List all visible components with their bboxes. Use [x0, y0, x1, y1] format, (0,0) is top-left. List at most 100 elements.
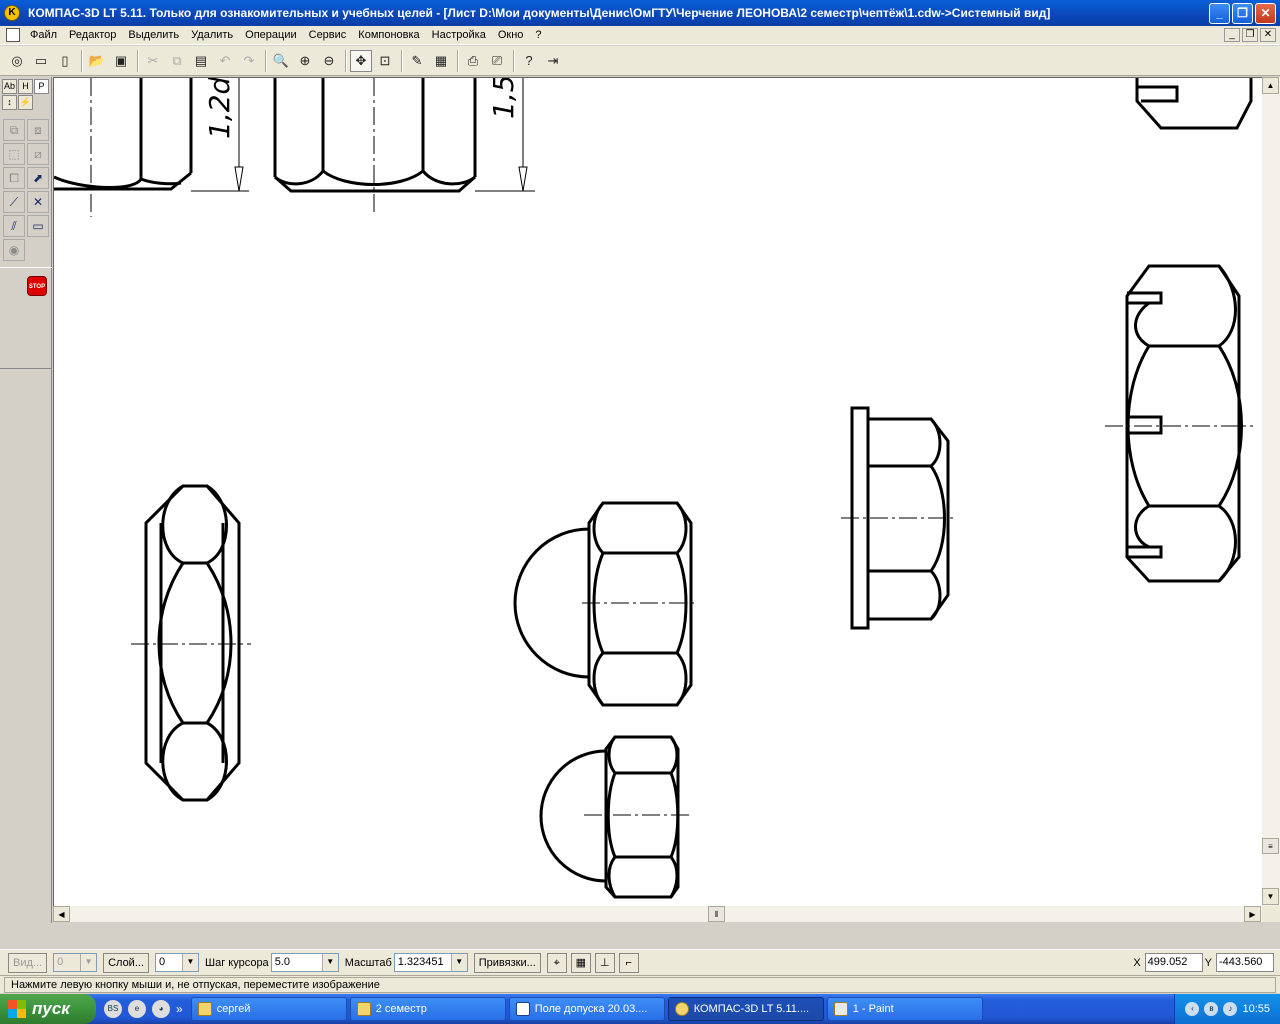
doc-minimize-icon[interactable]: _: [1224, 28, 1240, 42]
zoom-out-icon[interactable]: ⊖: [318, 50, 340, 72]
quick-launch-more[interactable]: »: [176, 1002, 183, 1016]
stop-icon[interactable]: STOP: [27, 276, 47, 296]
local-cs-icon[interactable]: ⊥: [594, 952, 615, 973]
menu-help[interactable]: ?: [529, 26, 547, 45]
fragment-icon[interactable]: ▭: [27, 215, 49, 237]
rotate-icon[interactable]: ⧈: [27, 119, 49, 141]
chevron-down-icon[interactable]: ▼: [80, 954, 97, 971]
symbol-icon[interactable]: ◉: [3, 239, 25, 261]
layer-icon[interactable]: ▦: [430, 50, 452, 72]
scroll-down-icon[interactable]: ▼: [1262, 888, 1279, 905]
panel-tab-edit[interactable]: P: [34, 79, 49, 94]
horizontal-scrollbar[interactable]: ◀ ⦀ ▶: [53, 906, 1262, 922]
copy-icon[interactable]: ⧉: [166, 50, 188, 72]
x-label: X: [1133, 956, 1141, 969]
open-icon[interactable]: 📂: [86, 50, 108, 72]
drawing-canvas[interactable]: 1,2d 1,5d: [53, 77, 1262, 906]
undo-icon[interactable]: ↶: [214, 50, 236, 72]
view-select[interactable]: 0 ▼: [53, 953, 98, 972]
menu-select[interactable]: Выделить: [122, 26, 185, 45]
snap-settings-icon[interactable]: ⌖: [546, 952, 567, 973]
menu-service[interactable]: Сервис: [303, 26, 353, 45]
taskbar-button-paint[interactable]: 1 - Paint: [826, 997, 983, 1021]
scroll-left-icon[interactable]: ◀: [53, 906, 70, 922]
cursor-step-select[interactable]: 5.0 ▼: [270, 953, 339, 972]
break-icon[interactable]: ✕: [27, 191, 49, 213]
y-coordinate-field[interactable]: -443.560: [1216, 953, 1274, 972]
menu-delete[interactable]: Удалить: [185, 26, 239, 45]
bs-icon[interactable]: BS: [104, 1000, 122, 1018]
trim-icon[interactable]: ⟋: [3, 191, 25, 213]
menu-file[interactable]: Файл: [24, 26, 63, 45]
menu-settings[interactable]: Настройка: [426, 26, 492, 45]
bluetooth-icon[interactable]: ʙ: [1204, 1002, 1219, 1016]
slotted-nut-arcs: [1134, 504, 1237, 583]
copy-tool-icon[interactable]: ⧠: [3, 167, 25, 189]
zoom-window-icon[interactable]: 🔍: [270, 50, 292, 72]
kompas-app-icon[interactable]: K: [4, 5, 20, 21]
taskbar-button-kompas[interactable]: КОМПАС-3D LT 5.11....: [667, 997, 824, 1021]
pan-icon[interactable]: ✥: [350, 49, 372, 72]
ie-icon[interactable]: e: [128, 1000, 146, 1018]
view-button[interactable]: Вид...: [8, 952, 48, 973]
panel-tab-text[interactable]: Аb: [2, 79, 17, 94]
grid-icon[interactable]: ▦: [570, 952, 591, 973]
minimize-icon[interactable]: _: [1209, 3, 1230, 24]
deform-icon[interactable]: ⬈: [27, 167, 49, 189]
panel-tab-snap[interactable]: ⚡: [18, 95, 33, 110]
restore-icon[interactable]: ❐: [1232, 3, 1253, 24]
help-icon[interactable]: ?: [518, 50, 540, 72]
save-icon[interactable]: ▣: [110, 50, 132, 72]
move-icon[interactable]: ⧉: [3, 119, 25, 141]
document-icon[interactable]: [6, 28, 20, 42]
clock[interactable]: 10:55: [1242, 1003, 1270, 1015]
scroll-thumb-vertical[interactable]: ≡: [1262, 838, 1279, 854]
new-drawing-icon[interactable]: ◎: [6, 50, 28, 72]
new-document-icon[interactable]: ▯: [54, 50, 76, 72]
menu-layout[interactable]: Компоновка: [352, 26, 425, 45]
panel-tab-dimensions[interactable]: H: [18, 79, 33, 94]
scroll-up-icon[interactable]: ▲: [1262, 77, 1279, 94]
layer-button[interactable]: Слой...: [103, 952, 149, 973]
cut-icon[interactable]: ✂: [142, 50, 164, 72]
snaps-button[interactable]: Привязки...: [473, 952, 541, 973]
ortho-icon[interactable]: ⌐: [618, 952, 639, 973]
menu-operations[interactable]: Операции: [239, 26, 302, 45]
doc-restore-icon[interactable]: ❐: [1242, 28, 1258, 42]
chevron-down-icon[interactable]: ▼: [450, 954, 467, 971]
chevron-down-icon[interactable]: ▼: [321, 954, 338, 971]
menu-editor[interactable]: Редактор: [63, 26, 122, 45]
panda-icon[interactable]: ◕: [152, 1000, 170, 1018]
vertical-scrollbar[interactable]: ▲ ≡ ▼: [1262, 77, 1280, 906]
layer-select[interactable]: 0 ▼: [155, 953, 199, 972]
close-icon[interactable]: ✕: [1255, 3, 1276, 24]
mirror-icon[interactable]: ⧄: [27, 143, 49, 165]
scale-select[interactable]: 1.323451 ▼: [393, 953, 468, 972]
redo-icon[interactable]: ↷: [238, 50, 260, 72]
menu-window[interactable]: Окно: [492, 26, 530, 45]
scroll-thumb-horizontal[interactable]: ⦀: [708, 906, 725, 922]
start-button[interactable]: пуск: [0, 994, 96, 1024]
refresh-icon[interactable]: ✎: [406, 50, 428, 72]
print-icon[interactable]: ⎚: [486, 50, 508, 72]
doc-close-icon[interactable]: ✕: [1260, 28, 1276, 42]
exit-icon[interactable]: ⇥: [542, 50, 564, 72]
print-preview-icon[interactable]: ⎙: [462, 50, 484, 72]
volume-icon[interactable]: ♪: [1223, 1002, 1238, 1016]
small-cap-nut-arcs: [607, 856, 679, 898]
scroll-right-icon[interactable]: ▶: [1244, 906, 1261, 922]
zoom-all-icon[interactable]: ⊡: [374, 50, 396, 72]
taskbar-button-sergey[interactable]: сергей: [190, 997, 347, 1021]
scale-icon[interactable]: ⬚: [3, 143, 25, 165]
hatch-icon[interactable]: ⫽: [3, 215, 25, 237]
x-coordinate-field[interactable]: 499.052: [1144, 953, 1203, 972]
taskbar-button-2-semestr[interactable]: 2 семестр: [349, 997, 506, 1021]
panel-tab-geometry[interactable]: ↕: [2, 95, 17, 110]
chevron-down-icon[interactable]: ▼: [182, 954, 198, 971]
taskbar-button-word[interactable]: Поле допуска 20.03....: [508, 997, 665, 1021]
tray-expand-icon[interactable]: ‹: [1185, 1002, 1200, 1016]
paste-icon[interactable]: ▤: [190, 50, 212, 72]
new-sheet-icon[interactable]: ▭: [30, 50, 52, 72]
zoom-in-icon[interactable]: ⊕: [294, 50, 316, 72]
window-title: КОМПАС-3D LT 5.11. Только для ознакомите…: [28, 6, 1051, 20]
